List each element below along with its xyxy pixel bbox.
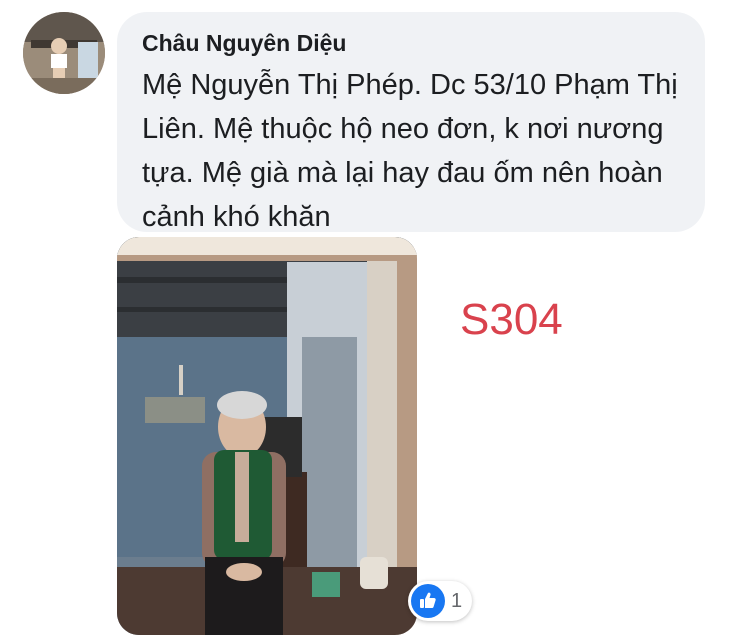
attached-photo-icon (117, 237, 417, 635)
like-icon (411, 584, 445, 618)
comment-attached-photo[interactable] (117, 237, 417, 635)
comment-bubble: Châu Nguyên Diệu Mệ Nguyễn Thị Phép. Dc … (117, 12, 705, 233)
like-count: 1 (451, 589, 463, 612)
profile-photo-icon (23, 12, 105, 94)
comment-author-name[interactable]: Châu Nguyên Diệu (142, 28, 683, 58)
code-label-s304: S304 (460, 295, 563, 344)
comment-text: Mệ Nguyễn Thị Phép. Dc 53/10 Phạm Thị Li… (142, 69, 678, 233)
reactions-badge[interactable]: 1 (408, 581, 473, 621)
author-avatar[interactable] (23, 12, 105, 94)
